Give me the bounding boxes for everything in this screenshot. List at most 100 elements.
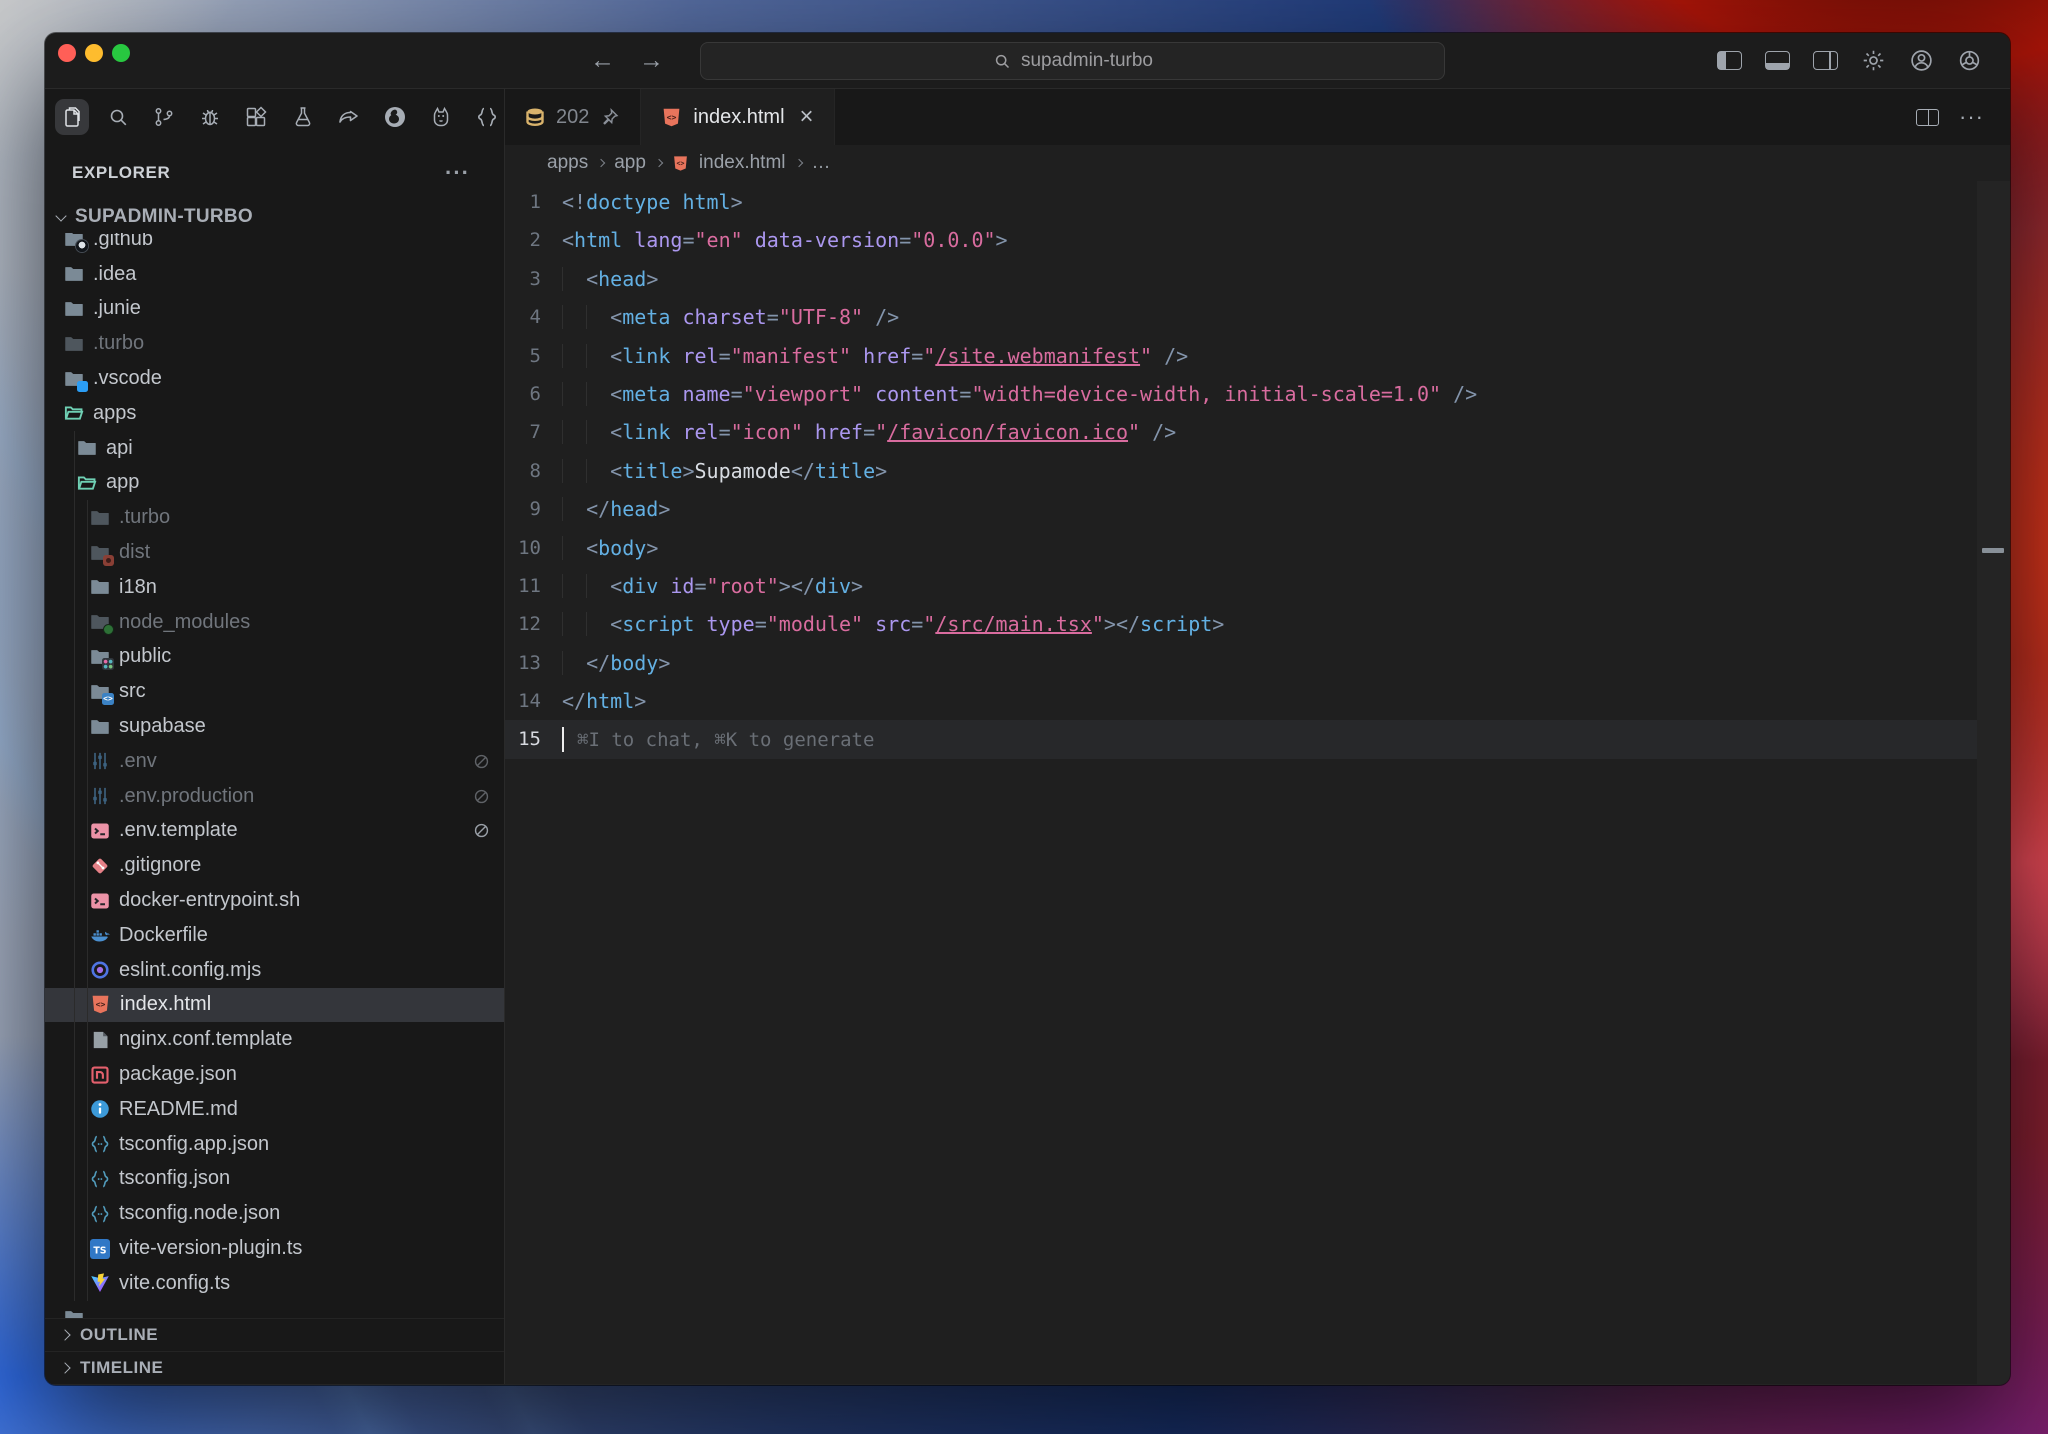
tree-item-.idea[interactable]: .idea [45, 257, 504, 292]
activity-source-control-icon[interactable] [147, 99, 181, 135]
code-line-10[interactable]: 10 <body> [505, 529, 1977, 567]
tree-item-tsconfig.json[interactable]: tsconfig.json [45, 1162, 504, 1197]
breadcrumb-item[interactable]: app [614, 152, 646, 174]
tree-item-.vscode[interactable]: .vscode [45, 361, 504, 396]
chevron-right-icon [655, 159, 663, 167]
code-line-12[interactable]: 12 <script type="module" src="/src/main.… [505, 605, 1977, 643]
tree-item-index.html[interactable]: <>index.html [45, 988, 504, 1023]
code-line-5[interactable]: 5 <link rel="manifest" href="/site.webma… [505, 337, 1977, 375]
tree-item-dist[interactable]: dist [45, 535, 504, 570]
tree-item-app[interactable]: app [45, 466, 504, 501]
tree-item-vite.config.ts[interactable]: vite.config.ts [45, 1266, 504, 1301]
docker-icon [90, 925, 110, 945]
account-icon[interactable] [1906, 46, 1936, 76]
code-line-15[interactable]: 15⌘I to chat, ⌘K to generate [505, 720, 1977, 758]
back-button[interactable]: ← [590, 46, 615, 75]
tree-item-nginx.conf.template[interactable]: nginx.conf.template [45, 1022, 504, 1057]
tree-item-.env.production[interactable]: .env.production [45, 779, 504, 814]
code-token: /> [1453, 382, 1477, 406]
forward-button[interactable]: → [639, 46, 664, 75]
tree-item-.github[interactable]: .github [45, 233, 504, 257]
pin-icon[interactable] [600, 107, 620, 127]
close-tab-icon[interactable]: × [800, 105, 814, 129]
close-button[interactable] [58, 44, 76, 62]
layout-panel-bottom-icon[interactable] [1762, 46, 1792, 76]
tree-item-.junie[interactable]: .junie [45, 292, 504, 327]
tree-item-tsconfig.node.json[interactable]: tsconfig.node.json [45, 1196, 504, 1231]
search-text: supadmin-turbo [1021, 50, 1153, 72]
code-line-4[interactable]: 4 <meta charset="UTF-8" /> [505, 298, 1977, 336]
tree-item-package.json[interactable]: package.json [45, 1057, 504, 1092]
code-token: html [574, 228, 622, 252]
tab-index.html[interactable]: <>index.html× [641, 89, 834, 145]
tree-item-node_modules[interactable]: node_modules [45, 605, 504, 640]
gear-alt-icon[interactable] [1954, 46, 1984, 76]
activity-remote-icon[interactable] [332, 99, 366, 135]
tree-item-label: .turbo [93, 332, 144, 355]
code-token: </ [586, 651, 610, 675]
activity-llama-icon[interactable] [424, 99, 458, 135]
activity-braces-icon[interactable] [470, 99, 504, 135]
tree-item-eslint.config.mjs[interactable]: eslint.config.mjs [45, 953, 504, 988]
tree-item-.env.template[interactable]: .env.template [45, 814, 504, 849]
code-line-6[interactable]: 6 <meta name="viewport" content="width=d… [505, 375, 1977, 413]
explorer-actions-button[interactable]: ··· [445, 160, 470, 186]
code-line-3[interactable]: 3 <head> [505, 260, 1977, 298]
tree-item-Dockerfile[interactable]: Dockerfile [45, 918, 504, 953]
tree-item-label: dist [119, 541, 150, 564]
code-token: div [622, 574, 658, 598]
layout-sidebar-left-icon[interactable] [1714, 46, 1744, 76]
tree-item-README.md[interactable]: README.md [45, 1092, 504, 1127]
more-actions-icon[interactable]: ··· [1959, 104, 1984, 130]
section-outline[interactable]: OUTLINE [45, 1318, 504, 1351]
tree-item-.turbo[interactable]: .turbo [45, 326, 504, 361]
section-timeline[interactable]: TIMELINE [45, 1351, 504, 1384]
code-token: /> [1152, 420, 1176, 444]
code-line-7[interactable]: 7 <link rel="icon" href="/favicon/favico… [505, 413, 1977, 451]
tree-item-i18n[interactable]: i18n [45, 570, 504, 605]
code-token: "icon" [731, 420, 803, 444]
line-number: 11 [505, 567, 541, 605]
code-line-14[interactable]: 14</html> [505, 682, 1977, 720]
overview-ruler-cursor-mark[interactable] [1982, 548, 2004, 553]
tree-item-vite-version-plugin.ts[interactable]: TSvite-version-plugin.ts [45, 1231, 504, 1266]
activity-extensions-icon[interactable] [239, 99, 273, 135]
activity-debug-icon[interactable] [193, 99, 227, 135]
tree-item-.env[interactable]: .env [45, 744, 504, 779]
breadcrumb-item[interactable]: … [812, 152, 831, 174]
code-line-2[interactable]: 2<html lang="en" data-version="0.0.0"> [505, 221, 1977, 259]
tree-item-docker-entrypoint.sh[interactable]: docker-entrypoint.sh [45, 883, 504, 918]
tree-item-supabase[interactable]: supabase [45, 709, 504, 744]
code-editor[interactable]: 1<!doctype html>2<html lang="en" data-ve… [505, 181, 2010, 1384]
tree-item-.gitignore[interactable]: .gitignore [45, 848, 504, 883]
activity-coderabbit-icon[interactable] [378, 99, 412, 135]
tree-item-apps[interactable]: apps [45, 396, 504, 431]
settings-gear-icon[interactable] [1858, 46, 1888, 76]
activity-testing-icon[interactable] [285, 99, 319, 135]
tree-item-partial[interactable] [45, 1301, 504, 1318]
split-editor-icon[interactable] [1916, 109, 1939, 126]
zoom-button[interactable] [112, 44, 130, 62]
breadcrumb-item[interactable]: apps [547, 152, 588, 174]
code-line-13[interactable]: 13 </body> [505, 644, 1977, 682]
layout-sidebar-right-icon[interactable] [1810, 46, 1840, 76]
tree-item-tsconfig.app.json[interactable]: tsconfig.app.json [45, 1127, 504, 1162]
activity-explorer-icon[interactable] [55, 99, 89, 135]
tree-item-label: .junie [93, 297, 141, 320]
minimize-button[interactable] [85, 44, 103, 62]
tree-item-.turbo[interactable]: .turbo [45, 500, 504, 535]
tab-202[interactable]: 202 [505, 89, 641, 145]
activity-search-icon[interactable] [101, 99, 135, 135]
code-line-9[interactable]: 9 </head> [505, 490, 1977, 528]
tree-item-src[interactable]: <>src [45, 674, 504, 709]
code-line-11[interactable]: 11 <div id="root"></div> [505, 567, 1977, 605]
tree-item-public[interactable]: public [45, 640, 504, 675]
breadcrumb-item[interactable]: index.html [699, 152, 786, 174]
section-label: OUTLINE [80, 1325, 158, 1345]
code-line-8[interactable]: 8 <title>Supamode</title> [505, 452, 1977, 490]
tree-root-supadmin-turbo[interactable]: SUPADMIN-TURBO [45, 201, 504, 233]
command-center-search[interactable]: supadmin-turbo [700, 42, 1445, 80]
code-token: "0.0.0" [911, 228, 995, 252]
code-line-1[interactable]: 1<!doctype html> [505, 183, 1977, 221]
tree-item-api[interactable]: api [45, 431, 504, 466]
